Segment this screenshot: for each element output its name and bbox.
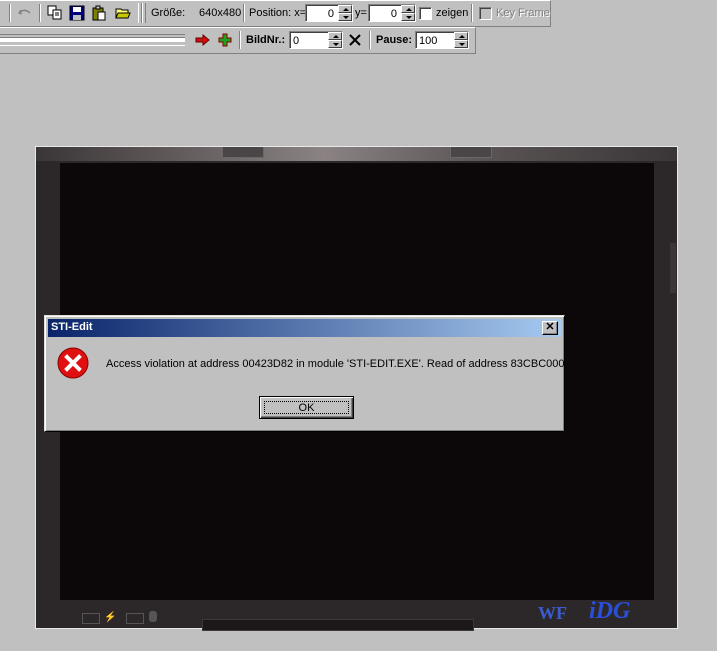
pause-spin-buttons[interactable] <box>454 32 468 48</box>
position-x-spin-buttons[interactable] <box>338 5 352 21</box>
dialog-titlebar[interactable]: STI-Edit ✕ <box>48 319 561 337</box>
open-folder-icon[interactable] <box>113 3 133 23</box>
bildnr-label: BildNr.: <box>246 34 286 46</box>
toolbar-separator <box>239 31 241 49</box>
zeigen-label: zeigen <box>436 7 469 19</box>
monitor-bottom-panel <box>202 619 474 631</box>
spin-up-button[interactable] <box>338 5 352 13</box>
position-x-value: 0 <box>327 8 334 20</box>
pause-spinner[interactable]: 100 <box>415 31 469 49</box>
disk-indicator-icon <box>149 611 157 622</box>
spin-down-button[interactable] <box>328 40 342 48</box>
brand-idg-logo: iDG <box>589 598 631 624</box>
delete-x-icon[interactable] <box>345 30 365 50</box>
frame-slider-track[interactable] <box>0 34 185 46</box>
frame-slider-groove <box>0 37 185 42</box>
bildnr-spin-buttons[interactable] <box>328 32 342 48</box>
undo-icon[interactable] <box>15 3 35 23</box>
monitor-side-bump <box>670 243 676 293</box>
y-label: y= <box>355 7 367 19</box>
paste-icon[interactable] <box>89 3 109 23</box>
arrow-up-icon <box>333 35 339 38</box>
arrow-right-red-icon[interactable] <box>193 30 213 50</box>
arrow-down-icon <box>343 16 349 19</box>
arrow-up-icon <box>343 8 349 11</box>
spin-down-button[interactable] <box>338 13 352 21</box>
pause-value: 100 <box>419 35 438 47</box>
battery-indicator-icon <box>82 613 100 624</box>
bildnr-value: 0 <box>293 35 300 47</box>
brand-wf-logo: WF <box>538 603 567 623</box>
position-y-spin-buttons[interactable] <box>401 5 415 21</box>
position-y-value: 0 <box>390 8 397 20</box>
copy-icon[interactable] <box>45 3 65 23</box>
close-icon: ✕ <box>545 321 555 333</box>
bildnr-spinner[interactable]: 0 <box>289 31 343 49</box>
power-indicator-icon: ⚡ <box>104 612 117 623</box>
arrow-up-icon <box>406 8 412 11</box>
arrow-up-icon <box>459 35 465 38</box>
dialog-close-button[interactable]: ✕ <box>542 321 558 335</box>
toolbar-separator <box>39 4 41 22</box>
groesse-value: 640x480 <box>199 7 242 19</box>
groesse-label: Größe: <box>151 7 186 19</box>
error-icon <box>57 347 89 379</box>
spin-down-button[interactable] <box>454 40 468 48</box>
arrow-down-icon <box>333 43 339 46</box>
spin-up-button[interactable] <box>454 32 468 40</box>
ok-button-label: OK <box>264 401 349 414</box>
spin-up-button[interactable] <box>328 32 342 40</box>
arrow-down-icon <box>406 16 412 19</box>
monitor-hinge-left <box>222 147 264 158</box>
spin-up-button[interactable] <box>401 5 415 13</box>
zeigen-checkbox[interactable] <box>419 7 432 20</box>
toolbar-separator <box>243 4 245 22</box>
monitor-top-bevel <box>36 147 677 161</box>
toolbar-top: Größe: 640x480 Position: x= 0 y= 0 zeige… <box>0 0 551 27</box>
add-frame-icon[interactable] <box>215 30 235 50</box>
spin-down-button[interactable] <box>401 13 415 21</box>
position-x-spinner[interactable]: 0 <box>305 4 353 22</box>
toolbar-separator <box>369 31 371 49</box>
monitor-hinge-right <box>450 147 492 158</box>
dialog-title: STI-Edit <box>51 321 93 333</box>
ok-button[interactable]: OK <box>259 396 354 419</box>
toolbar-separator <box>471 4 473 22</box>
position-y-spinner[interactable]: 0 <box>368 4 416 22</box>
pause-label: Pause: <box>376 34 413 46</box>
error-dialog: STI-Edit ✕ Access violation at address 0… <box>44 315 568 432</box>
toolbar-grip[interactable] <box>142 3 146 23</box>
toolbar-separator <box>9 4 11 22</box>
arrow-down-icon <box>459 43 465 46</box>
toolbar-animation: BildNr.: 0 Pause: 100 <box>0 27 476 54</box>
keyframe-label: Key Frame <box>496 7 550 19</box>
save-icon[interactable] <box>67 3 87 23</box>
position-label: Position: x= <box>249 7 307 19</box>
keyframe-checkbox[interactable] <box>479 7 492 20</box>
display-indicator-icon <box>126 613 144 624</box>
error-message: Access violation at address 00423D82 in … <box>106 358 568 370</box>
